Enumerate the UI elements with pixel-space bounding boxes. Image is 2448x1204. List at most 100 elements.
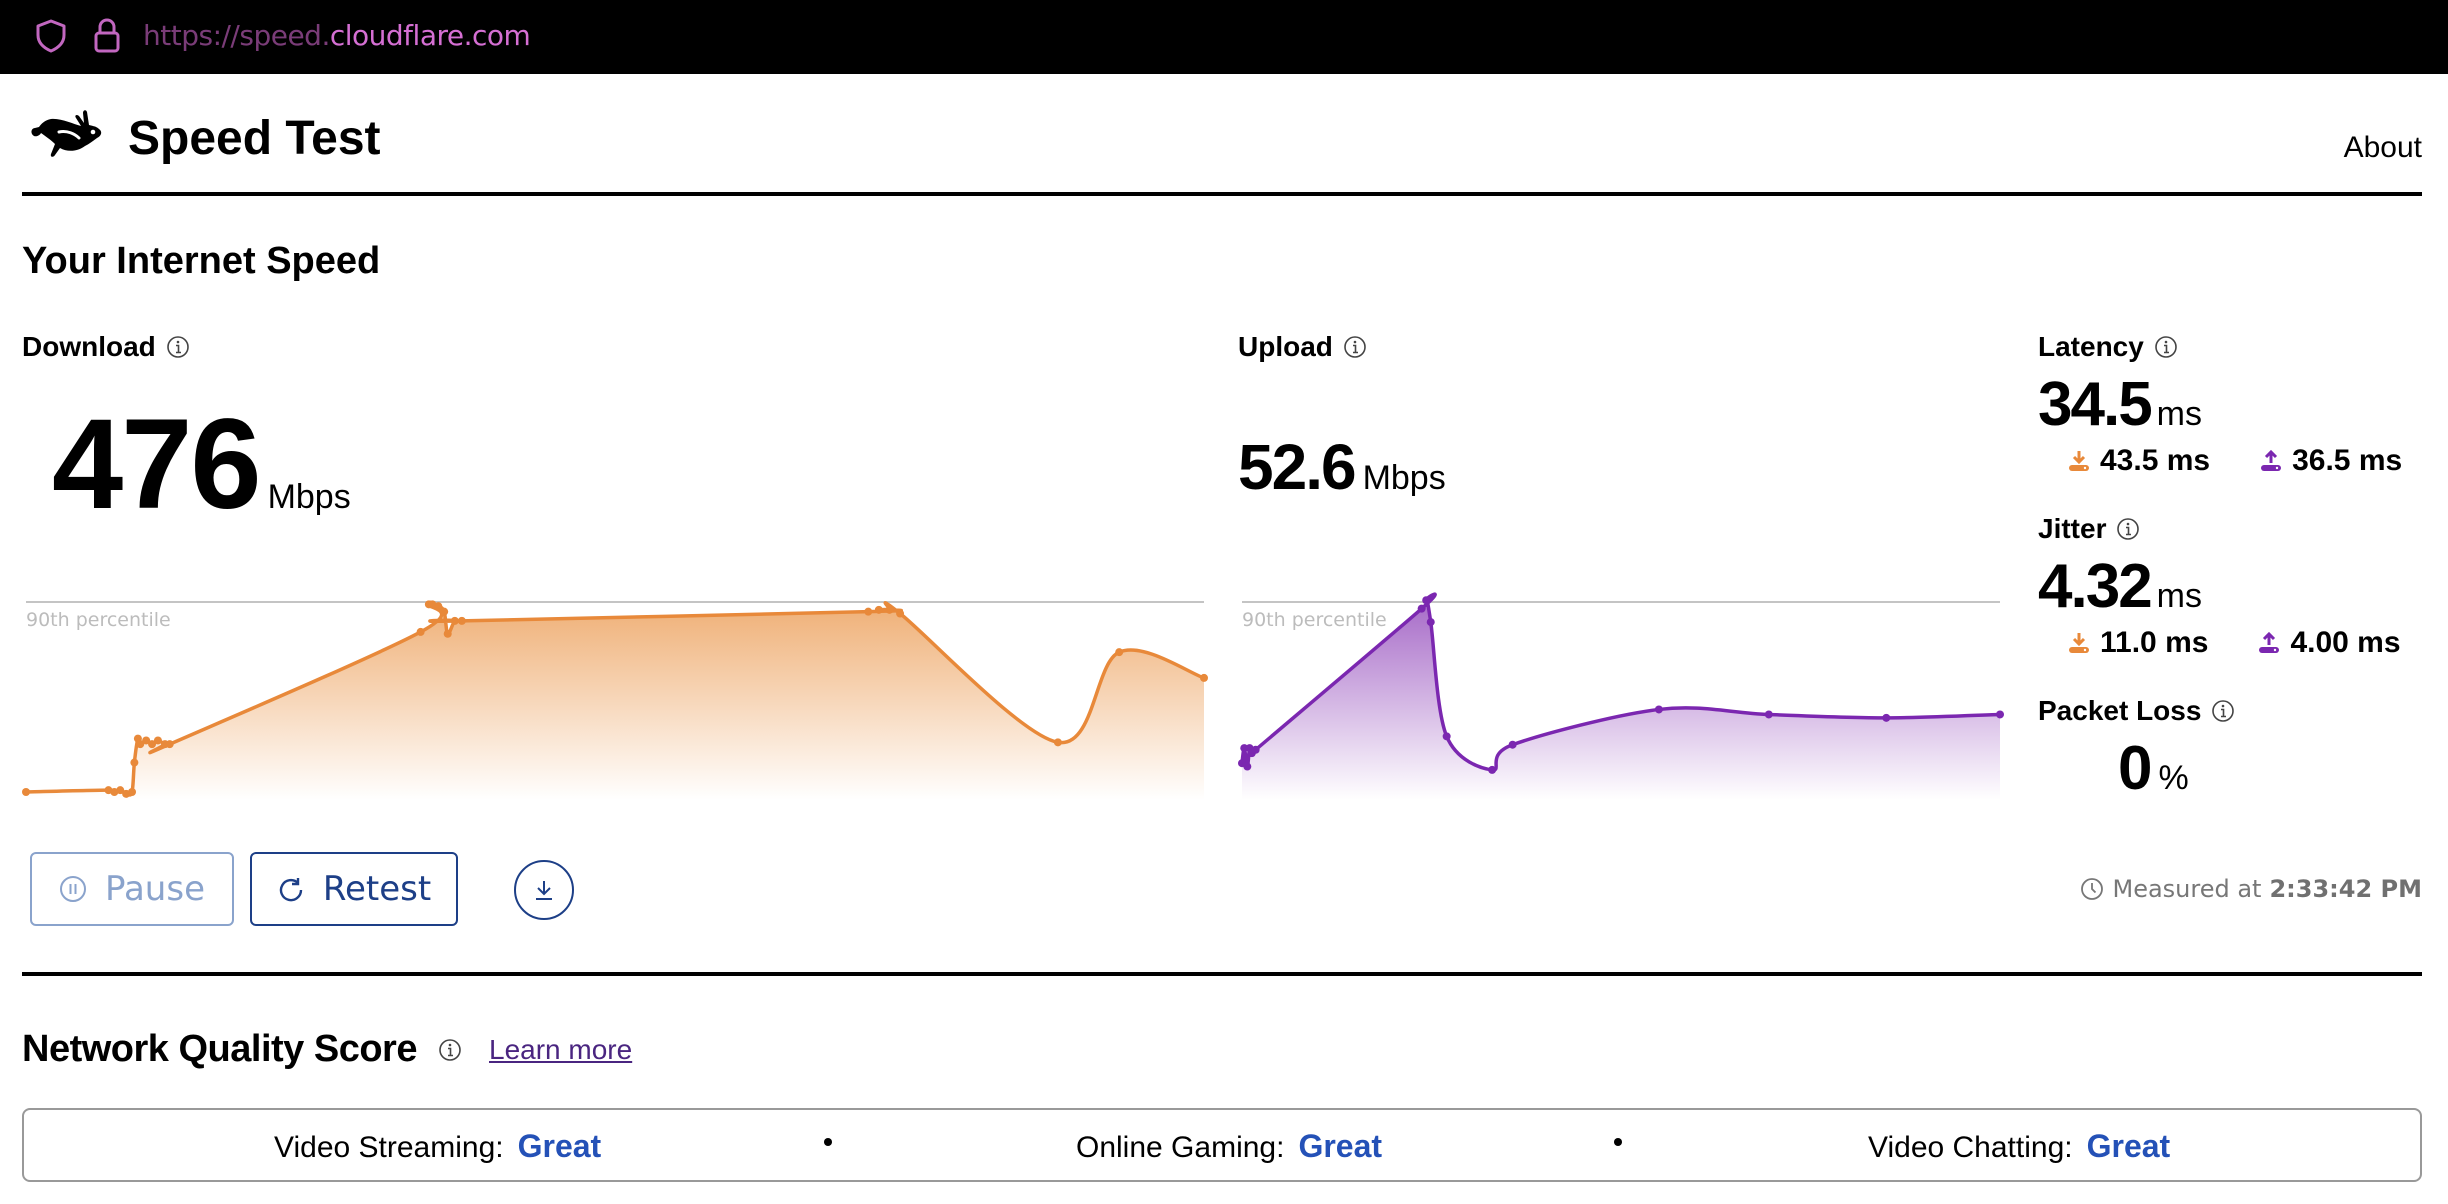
chart-data-point — [1053, 738, 1062, 747]
chart-data-point — [1422, 596, 1431, 605]
chart-area-fill — [26, 602, 1204, 800]
chart-data-point — [864, 607, 873, 616]
chart-data-point — [450, 616, 459, 625]
url-domain: cloudflare.com — [329, 19, 531, 52]
latency-value: 34.5 ms — [2038, 370, 2202, 449]
about-link[interactable]: About — [2344, 130, 2422, 166]
jitter-download: 11.0 ms — [2068, 625, 2208, 661]
score-value: Great — [1298, 1128, 1383, 1164]
chart-data-point — [457, 616, 466, 625]
chart-data-point — [434, 602, 443, 611]
info-icon[interactable] — [2116, 517, 2140, 541]
chart-data-point — [153, 736, 162, 745]
info-icon[interactable] — [438, 1038, 462, 1062]
jitter-label: Jitter — [2038, 512, 2140, 546]
chart-data-point — [22, 788, 30, 796]
chart-data-point — [874, 605, 883, 614]
score-label: Video Streaming: — [274, 1131, 504, 1164]
jitter-upload-value: 4.00 ms — [2290, 626, 2401, 659]
latency-download: 43.5 ms — [2068, 443, 2210, 479]
latency-upload-value: 36.5 ms — [2292, 444, 2403, 477]
packet-loss-unit: % — [2158, 759, 2189, 797]
chart-data-point — [130, 758, 139, 767]
upload-speed-value: 52.6 — [1238, 431, 1357, 503]
jitter-label-text: Jitter — [2038, 513, 2107, 544]
info-icon[interactable] — [2154, 335, 2178, 359]
packet-loss-number: 0 — [2118, 734, 2153, 803]
score-video-streaming: Video Streaming: Great — [274, 1128, 601, 1166]
pause-label: Pause — [105, 869, 205, 909]
rabbit-logo-icon[interactable] — [29, 108, 105, 164]
download-speed-value: 476 — [52, 393, 262, 536]
download-speed-unit: Mbps — [267, 478, 351, 516]
download-chart: 90th percentile — [22, 600, 1208, 800]
info-icon[interactable] — [1343, 335, 1367, 359]
chart-data-point — [885, 605, 894, 614]
score-label: Online Gaming: — [1076, 1131, 1285, 1164]
url-field[interactable]: https://speed.cloudflare.com — [143, 18, 531, 54]
chart-data-point — [896, 609, 905, 618]
reference-line-label: 90th percentile — [26, 609, 171, 631]
download-direction-icon — [2069, 451, 2089, 471]
chart-data-point — [443, 629, 452, 638]
clock-icon — [2081, 878, 2104, 900]
separator-dot — [1614, 1138, 1622, 1146]
url-scheme-host: https://speed. — [143, 19, 330, 52]
refresh-icon — [279, 878, 303, 902]
jitter-value: 4.32 ms — [2038, 552, 2202, 631]
network-quality-scores: Video Streaming: Great Online Gaming: Gr… — [22, 1108, 2422, 1182]
packet-loss-value: 0% — [2118, 734, 2189, 813]
score-online-gaming: Online Gaming: Great — [1076, 1128, 1382, 1166]
latency-upload: 36.5 ms — [2260, 443, 2402, 479]
learn-more-link[interactable]: Learn more — [489, 1032, 632, 1068]
upload-label-text: Upload — [1238, 331, 1333, 362]
network-quality-title: Network Quality Score — [22, 1028, 417, 1070]
score-value: Great — [2086, 1128, 2171, 1164]
chart-data-point — [1251, 745, 1260, 754]
chart-data-point — [128, 788, 137, 796]
score-value: Great — [517, 1128, 602, 1164]
score-label: Video Chatting: — [1868, 1131, 2073, 1164]
latency-label-text: Latency — [2038, 331, 2144, 362]
jitter-unit: ms — [2156, 577, 2202, 615]
upload-chart: 90th percentile — [1238, 592, 2004, 800]
download-direction-icon — [2069, 633, 2089, 653]
separator-dot — [824, 1138, 832, 1146]
lock-icon[interactable] — [92, 16, 122, 54]
upload-speed: 52.6 Mbps — [1238, 432, 1446, 513]
latency-number: 34.5 — [2038, 370, 2153, 439]
download-label-text: Download — [22, 331, 156, 362]
score-video-chatting: Video Chatting: Great — [1868, 1128, 2170, 1166]
shield-icon[interactable] — [34, 18, 68, 54]
measured-prefix: Measured at — [2112, 875, 2262, 903]
retest-label: Retest — [322, 869, 432, 909]
download-results-button[interactable] — [514, 860, 574, 920]
info-icon[interactable] — [2211, 699, 2235, 723]
chart-data-point — [1508, 740, 1517, 749]
chart-data-point — [1654, 705, 1663, 714]
jitter-breakdown: 11.0 ms 4.00 ms — [2068, 625, 2401, 661]
site-header: Speed Test About — [22, 74, 2422, 196]
latency-unit: ms — [2156, 395, 2202, 433]
latency-download-value: 43.5 ms — [2100, 444, 2211, 477]
reference-line-label: 90th percentile — [1242, 609, 1387, 631]
chart-data-point — [1442, 732, 1451, 741]
chart-data-point — [1488, 765, 1497, 774]
upload-direction-icon — [2261, 449, 2282, 471]
site-title: Speed Test — [128, 112, 381, 165]
chart-data-point — [416, 627, 425, 636]
latency-breakdown: 43.5 ms 36.5 ms — [2068, 443, 2402, 479]
browser-url-bar: https://speed.cloudflare.com — [0, 0, 2448, 74]
chart-data-point — [1243, 762, 1252, 771]
download-speed: 476 Mbps — [52, 400, 351, 562]
jitter-upload: 4.00 ms — [2258, 625, 2401, 661]
retest-button[interactable]: Retest — [250, 852, 458, 926]
chart-data-point — [165, 740, 174, 749]
chart-data-point — [1764, 710, 1773, 719]
chart-data-point — [440, 607, 449, 616]
info-icon[interactable] — [166, 335, 190, 359]
pause-button[interactable]: Pause — [30, 852, 234, 926]
upload-direction-icon — [2259, 631, 2280, 653]
measured-at: Measured at 2:33:42 PM — [2080, 872, 2422, 906]
packet-loss-label-text: Packet Loss — [2038, 695, 2202, 726]
